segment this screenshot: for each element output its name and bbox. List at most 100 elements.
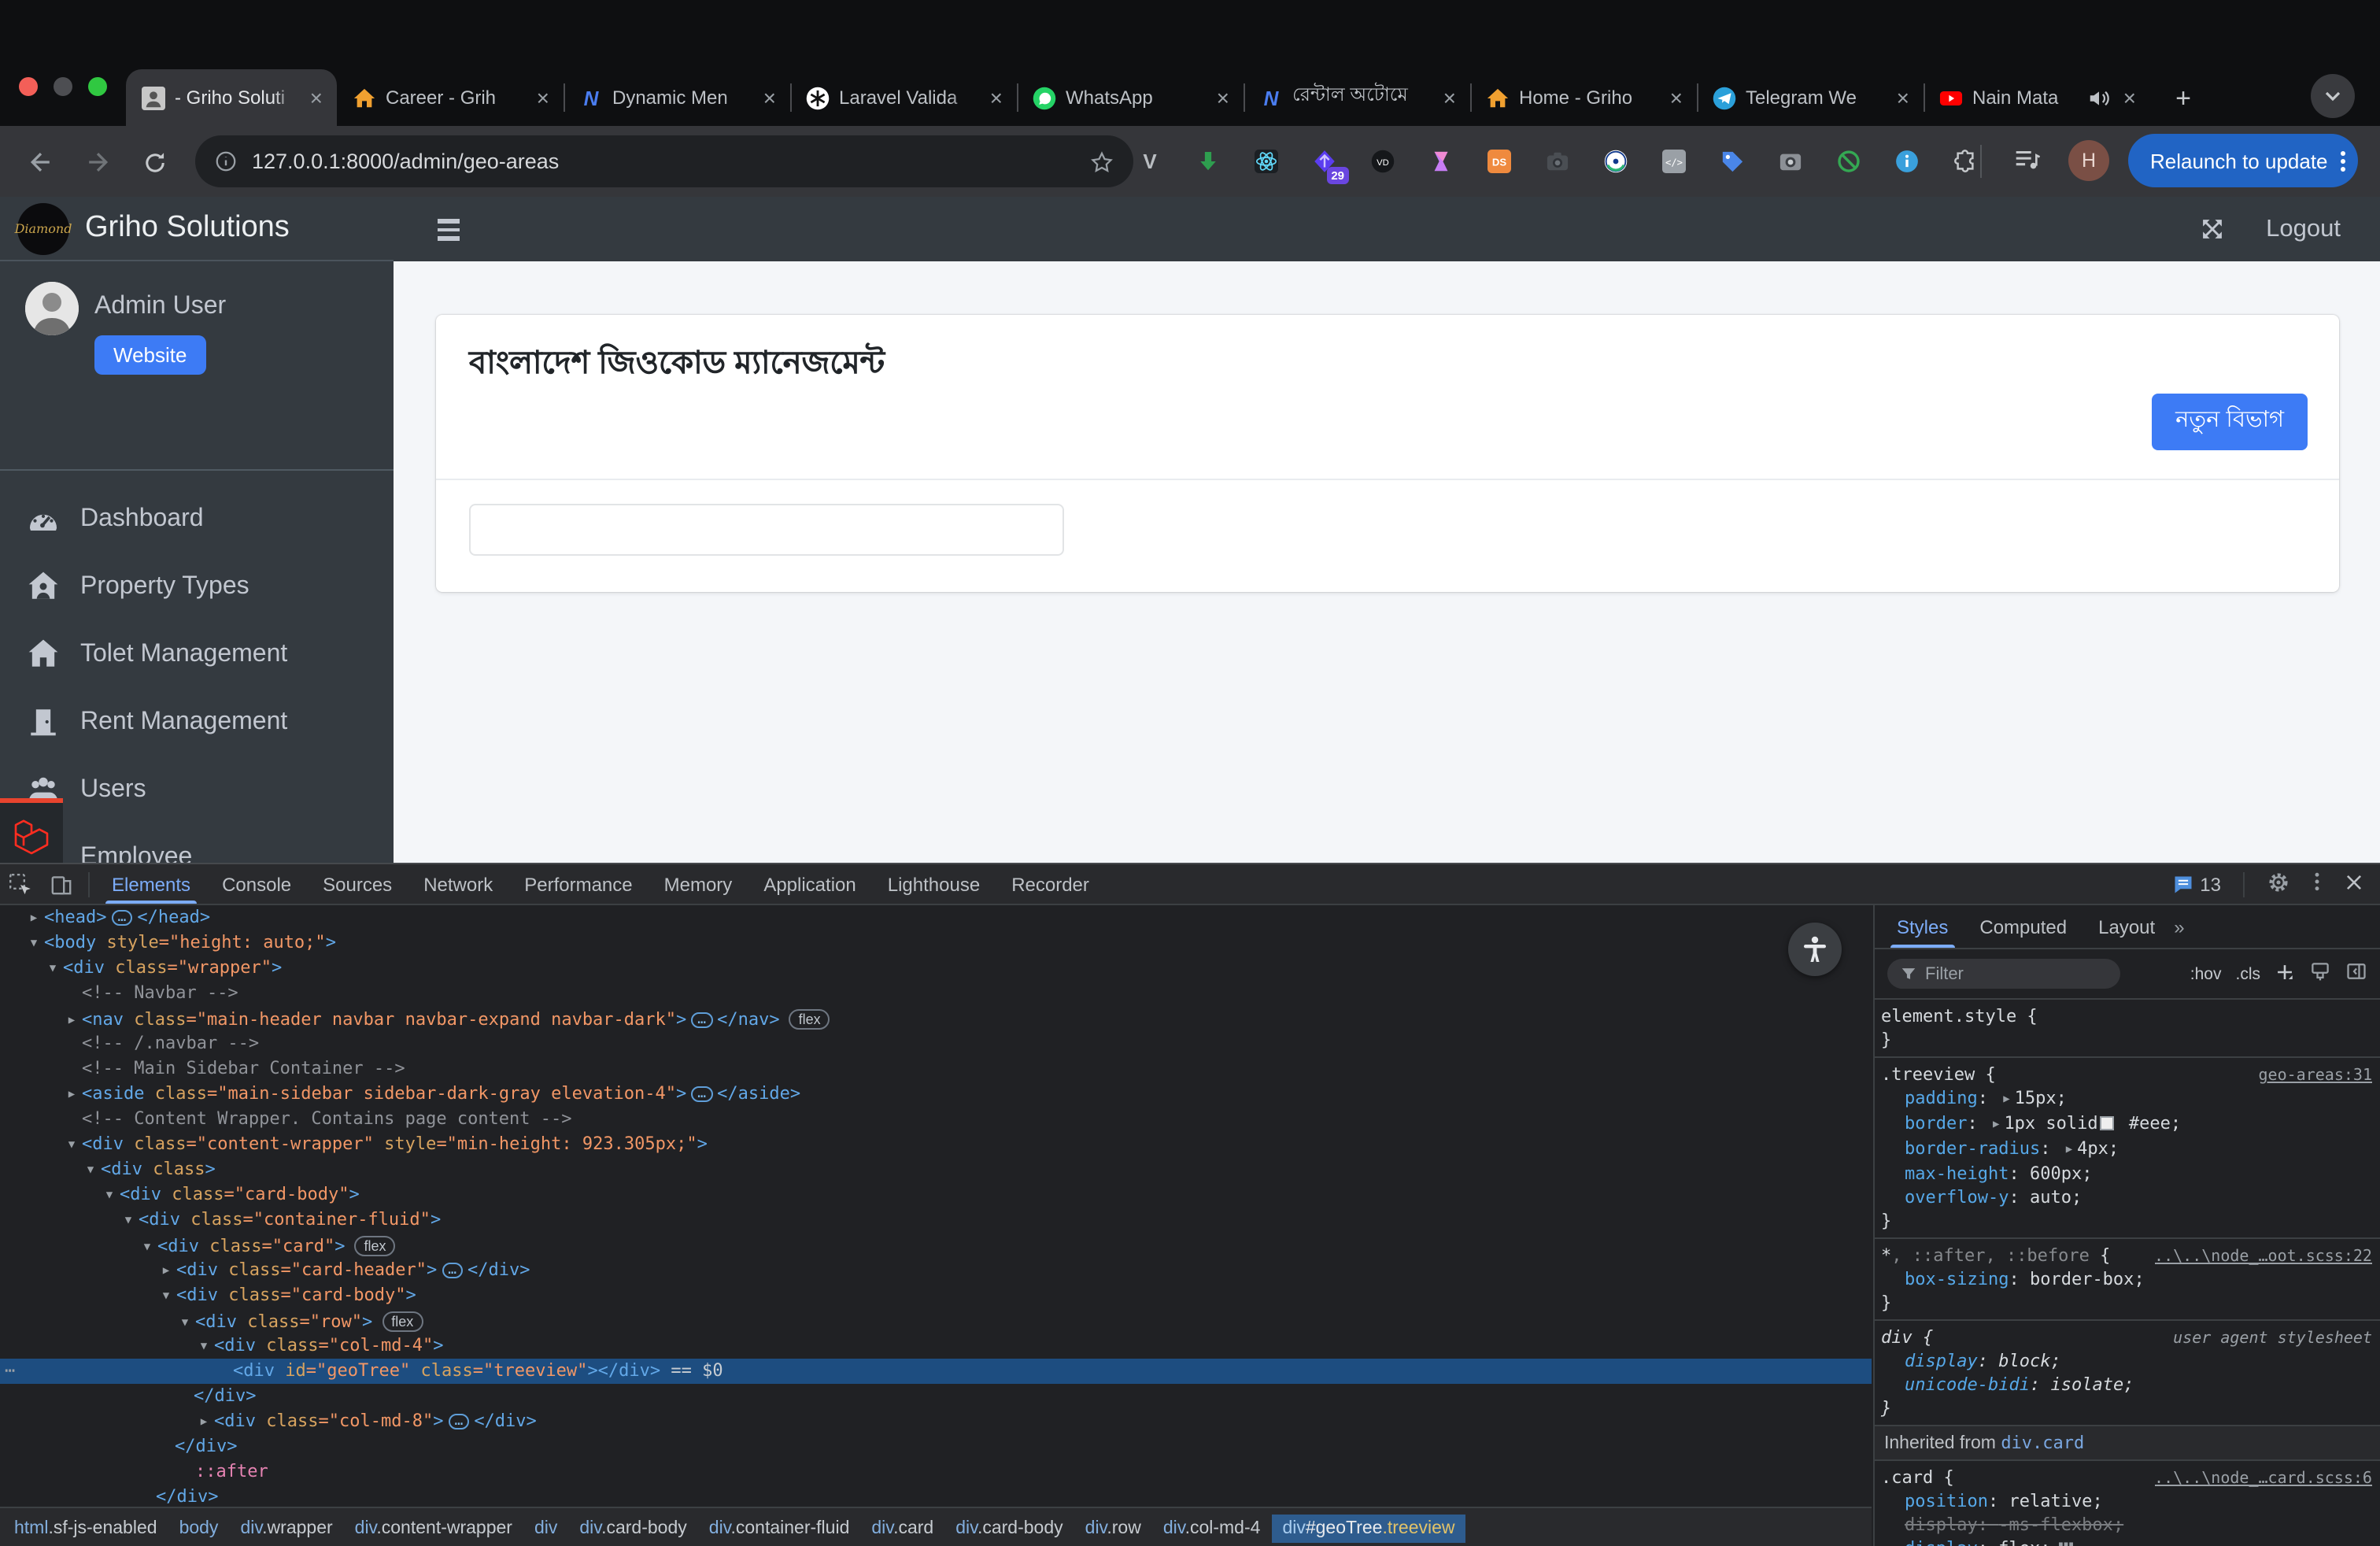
tree-node[interactable]: </div> [0, 1384, 1872, 1409]
tree-node[interactable]: ▼<div class="card-body"> [0, 1182, 1872, 1208]
flex-adorner-badge[interactable]: flex [382, 1311, 423, 1331]
tree-node-selected[interactable]: ⋯<div id="geoTree" class="treeview"></di… [0, 1359, 1872, 1384]
css-declaration[interactable]: overflow-y: auto; [1881, 1185, 2374, 1209]
accessibility-widget-button[interactable] [1788, 923, 1842, 976]
tree-node[interactable]: </div> [0, 1434, 1872, 1459]
breadcrumb-item[interactable]: div.card-body [568, 1514, 697, 1542]
breadcrumb-item[interactable]: div.row [1074, 1514, 1152, 1542]
devtools-menu-button[interactable] [2306, 871, 2328, 897]
inspect-element-button[interactable] [0, 864, 41, 904]
css-declaration[interactable]: display: -ms-flexbox; [1881, 1513, 2374, 1537]
devtools-close-button[interactable] [2344, 871, 2364, 897]
css-declaration[interactable]: max-height: 600px; [1881, 1162, 2374, 1185]
breadcrumb-item[interactable]: div.card [860, 1514, 944, 1542]
browser-tab[interactable]: Home - Griho× [1470, 69, 1697, 126]
tab-close-button[interactable]: × [307, 87, 326, 109]
tab-close-button[interactable]: × [1894, 87, 1913, 109]
rendering-emulation-button[interactable] [2309, 960, 2331, 987]
node-menu-gutter[interactable]: ⋯ [5, 1359, 17, 1384]
inherited-target-link[interactable]: div.card [2001, 1433, 2084, 1453]
website-button[interactable]: Website [94, 335, 205, 375]
window-close-button[interactable] [19, 77, 38, 96]
expand-ellipsis-button[interactable]: … [691, 1012, 712, 1028]
browser-tab[interactable]: Nain Mata× [1924, 69, 2150, 126]
expand-ellipsis-button[interactable]: … [112, 910, 133, 926]
extension-purple-29-button[interactable]: 29 [1308, 145, 1341, 178]
devtools-tab-recorder[interactable]: Recorder [996, 864, 1105, 904]
styles-filter-input[interactable]: Filter [1887, 959, 2120, 989]
logout-link[interactable]: Logout [2266, 215, 2341, 243]
css-declaration[interactable]: unicode-bidi: isolate; [1881, 1373, 2374, 1396]
tree-node[interactable]: ▼<div class="row">flex [0, 1308, 1872, 1333]
breadcrumb-item[interactable]: body [168, 1514, 230, 1542]
devtools-tab-sources[interactable]: Sources [307, 864, 408, 904]
new-division-button[interactable]: নতুন বিভাগ [2152, 394, 2308, 450]
extension-down-arrow-button[interactable] [1192, 145, 1225, 178]
sidebar-toggle-button[interactable] [438, 219, 460, 240]
browser-tab[interactable]: Telegram We× [1697, 69, 1924, 126]
devtools-settings-button[interactable] [2267, 870, 2290, 898]
browser-tab[interactable]: WhatsApp× [1017, 69, 1244, 126]
breadcrumb-item[interactable]: div.wrapper [229, 1514, 343, 1542]
forward-button[interactable] [79, 143, 116, 181]
fullscreen-icon[interactable] [2198, 216, 2225, 242]
new-tab-button[interactable]: + [2166, 82, 2201, 117]
breadcrumb-item[interactable]: html.sf-js-enabled [3, 1514, 168, 1542]
breadcrumb-item[interactable]: div.card-body [944, 1514, 1074, 1542]
styles-tab-computed[interactable]: Computed [1964, 905, 2082, 948]
tree-node[interactable]: ▶<div class="col-md-8">…</div> [0, 1409, 1872, 1434]
expand-shorthand-arrow[interactable]: ▶ [1993, 1118, 1999, 1130]
flex-adorner-badge[interactable]: flex [354, 1235, 395, 1256]
extension-tag-button[interactable] [1716, 145, 1749, 178]
tree-node[interactable]: ▼<div class="container-fluid"> [0, 1208, 1872, 1233]
styles-tab-styles[interactable]: Styles [1881, 905, 1964, 948]
tab-close-button[interactable]: × [760, 87, 779, 109]
tree-node[interactable]: <!-- Navbar --> [0, 981, 1872, 1006]
breadcrumb-item[interactable]: div.col-md-4 [1152, 1514, 1272, 1542]
css-declaration[interactable]: box-sizing: border-box; [1881, 1267, 2374, 1291]
css-declaration[interactable]: position: relative; [1881, 1489, 2374, 1513]
extension-block-button[interactable] [1832, 145, 1865, 178]
browser-tab[interactable]: - Griho Soluti× [126, 69, 337, 126]
devtools-tab-network[interactable]: Network [408, 864, 508, 904]
brand-row[interactable]: Diamond Griho Solutions [0, 197, 394, 261]
tree-node[interactable]: </div> [0, 1485, 1872, 1507]
stylesheet-source-link[interactable]: geo-areas:31 [2259, 1064, 2373, 1088]
extension-v-button[interactable]: V [1133, 145, 1166, 178]
tab-close-button[interactable]: × [1440, 87, 1459, 109]
stylesheet-source-link[interactable]: ..\..\node_…oot.scss:22 [2154, 1245, 2372, 1269]
sidebar-item-property-types[interactable]: Property Types [0, 553, 394, 620]
css-rule[interactable]: geo-areas:31.treeview {padding: ▶15px;bo… [1875, 1058, 2380, 1239]
browser-tab[interactable]: Laravel Valida× [790, 69, 1017, 126]
devtools-tab-lighthouse[interactable]: Lighthouse [872, 864, 996, 904]
css-rule[interactable]: ..\..\node_…card.scss:6.card {position: … [1875, 1461, 2380, 1546]
breadcrumb-item[interactable]: div.container-fluid [698, 1514, 861, 1542]
tree-node[interactable]: ▼<body style="height: auto;"> [0, 930, 1872, 956]
browser-tab[interactable]: Career - Grih× [337, 69, 564, 126]
sidebar-item-rent-management[interactable]: Rent Management [0, 688, 394, 756]
browser-tab[interactable]: Nরেন্টাল অটোমে× [1244, 69, 1470, 126]
reload-button[interactable] [135, 143, 173, 181]
breadcrumb-item[interactable]: div.content-wrapper [344, 1514, 523, 1542]
devtools-tab-application[interactable]: Application [748, 864, 871, 904]
extension-puzzle-button[interactable] [1949, 145, 1982, 178]
tree-node[interactable]: ▼<div class="content-wrapper" style="min… [0, 1132, 1872, 1157]
extension-camera-button[interactable] [1541, 145, 1574, 178]
css-rule[interactable]: user agent stylesheetdiv {display: block… [1875, 1321, 2380, 1426]
tab-close-button[interactable]: × [1214, 87, 1232, 109]
tree-node[interactable]: ▼<div class="card-body"> [0, 1283, 1872, 1308]
extension-hourglass-button[interactable] [1425, 145, 1458, 178]
tab-close-button[interactable]: × [987, 87, 1006, 109]
address-bar[interactable]: 127.0.0.1:8000/admin/geo-areas [195, 135, 1133, 187]
site-info-icon[interactable] [214, 150, 238, 173]
tree-node[interactable]: ▼<div class="col-md-4"> [0, 1333, 1872, 1359]
devtools-tab-console[interactable]: Console [206, 864, 307, 904]
tree-node[interactable]: ▶<head>…</head> [0, 905, 1872, 930]
tree-node[interactable]: ▶<nav class="main-header navbar navbar-e… [0, 1006, 1872, 1031]
expand-ellipsis-button[interactable]: … [448, 1414, 469, 1429]
breadcrumb-item[interactable]: div#geoTree.treeview [1271, 1514, 1465, 1542]
extension-info-button[interactable] [1890, 145, 1924, 178]
back-button[interactable] [22, 143, 60, 181]
tab-search-menu-button[interactable] [2311, 74, 2355, 118]
breadcrumb-item[interactable]: div [523, 1514, 568, 1542]
